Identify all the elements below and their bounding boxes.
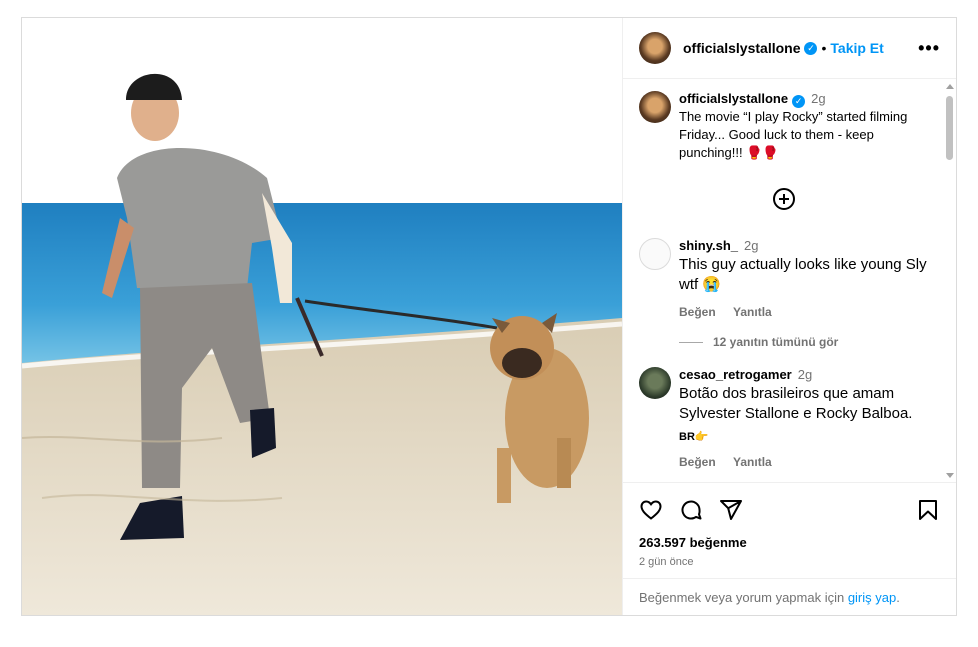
- verified-badge-icon: ✓: [792, 95, 806, 108]
- view-replies-link[interactable]: 12 yanıtın tümünü gör: [679, 335, 944, 349]
- replies-divider: [679, 341, 703, 343]
- comment-item: cesao_retrogamer 2g Botão dos brasileiros…: [623, 367, 944, 469]
- like-comment-button[interactable]: Beğen: [679, 455, 716, 469]
- scroll-down-icon[interactable]: [946, 473, 954, 478]
- author-username[interactable]: officialslystallone: [683, 40, 800, 56]
- post-header: officialslystallone ✓ • Takip Et •••: [623, 18, 956, 79]
- bookmark-icon[interactable]: [916, 498, 940, 522]
- commenter-username[interactable]: cesao_retrogamer: [679, 367, 792, 382]
- post-footer: 263.597 beğenme 2 gün önce: [623, 482, 956, 568]
- plus-circle-icon[interactable]: [772, 188, 795, 210]
- comments-scrollbar[interactable]: [945, 82, 954, 478]
- comment-tag: BR👉: [679, 431, 709, 443]
- comments-list[interactable]: officialslystallone ✓ 2g The movie “I play…: [623, 80, 944, 482]
- scroll-up-icon[interactable]: [946, 84, 954, 89]
- comment-icon[interactable]: [679, 498, 703, 522]
- share-icon[interactable]: [719, 498, 743, 522]
- commenter-avatar[interactable]: [639, 238, 671, 270]
- like-comment-button[interactable]: Beğen: [679, 305, 716, 319]
- comment-time: 2g: [744, 238, 759, 253]
- post-photo: [22, 18, 622, 615]
- caption-time: 2g: [811, 91, 826, 106]
- login-prompt-suffix: .: [896, 590, 900, 605]
- verified-badge-icon: ✓: [804, 41, 818, 55]
- post-image[interactable]: [22, 18, 622, 615]
- likes-count[interactable]: 263.597 beğenme: [623, 525, 956, 550]
- comment-time: 2g: [797, 367, 813, 382]
- login-link[interactable]: giriş yap: [848, 590, 896, 605]
- login-prompt: Beğenmek veya yorum yapmak için giriş ya…: [623, 578, 956, 615]
- reply-button[interactable]: Yanıtla: [733, 455, 772, 469]
- action-bar: [623, 483, 956, 525]
- post-sidebar: officialslystallone ✓ • Takip Et ••• off…: [622, 18, 956, 615]
- separator-dot: •: [821, 40, 827, 56]
- caption-avatar[interactable]: [639, 91, 671, 123]
- follow-button[interactable]: Takip Et: [830, 40, 883, 56]
- comment-text: This guy actually looks like young Sly w…: [679, 256, 927, 293]
- comment-text: Botão dos brasileiros que amam Sylvester…: [679, 385, 913, 422]
- commenter-avatar[interactable]: [639, 367, 671, 399]
- caption-username[interactable]: officialslystallone: [679, 91, 788, 106]
- commenter-username[interactable]: shiny.sh_: [679, 238, 738, 253]
- login-prompt-text: Beğenmek veya yorum yapmak için: [639, 590, 848, 605]
- posted-time: 2 gün önce: [639, 556, 694, 568]
- post-caption: officialslystallone ✓ 2g The movie “I play…: [623, 80, 944, 162]
- caption-text: The movie “I play Rocky” started filming…: [679, 109, 908, 160]
- reply-button[interactable]: Yanıtla: [733, 305, 772, 319]
- author-avatar[interactable]: [639, 32, 671, 64]
- view-replies-label: 12 yanıtın tümünü gör: [713, 335, 839, 349]
- comment-item: shiny.sh_ 2g This guy actually looks like…: [623, 238, 944, 319]
- scrollbar-thumb[interactable]: [946, 96, 953, 160]
- post-card: officialslystallone ✓ • Takip Et ••• off…: [21, 17, 957, 616]
- more-options-icon[interactable]: •••: [918, 38, 940, 59]
- heart-icon[interactable]: [639, 498, 663, 522]
